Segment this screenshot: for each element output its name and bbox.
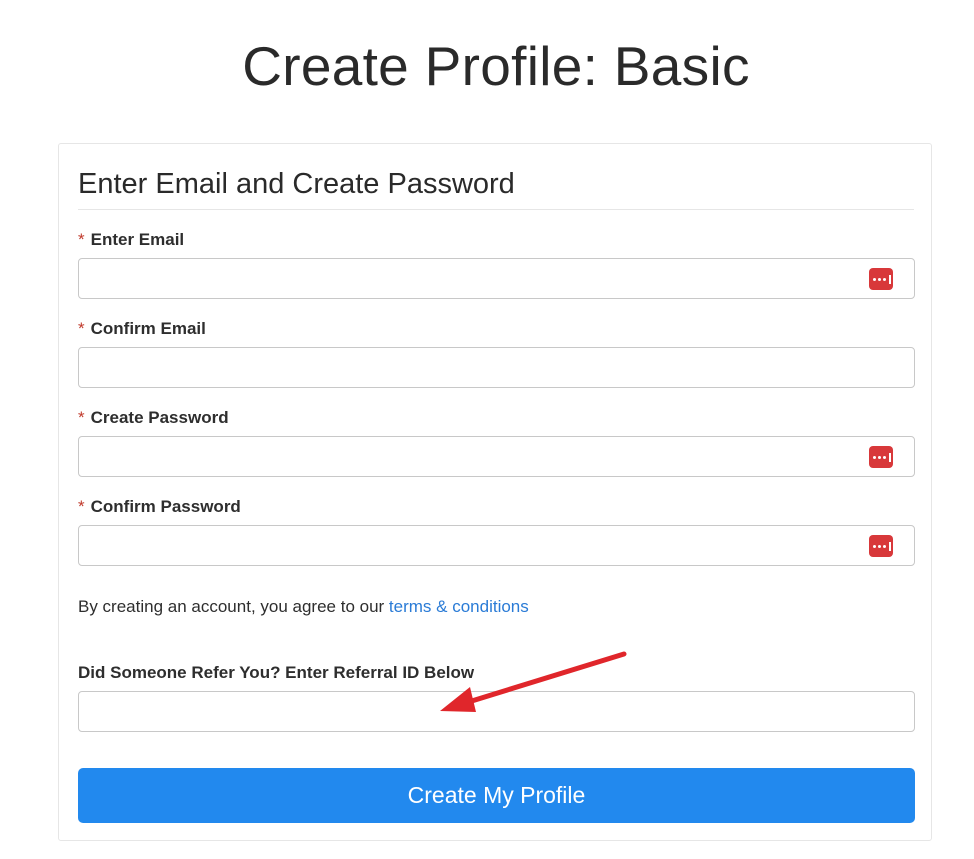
form-heading: Enter Email and Create Password <box>78 168 515 200</box>
confirm-password-label: * Confirm Password <box>78 496 241 518</box>
create-profile-page: Create Profile: Basic Enter Email and Cr… <box>0 0 974 859</box>
terms-notice: By creating an account, you agree to our… <box>78 596 529 618</box>
page-title: Create Profile: Basic <box>242 35 750 97</box>
terms-prefix: By creating an account, you agree to our <box>78 597 389 616</box>
confirm-email-label-text: Confirm Email <box>90 319 206 338</box>
email-label: * Enter Email <box>78 229 184 251</box>
referral-label: Did Someone Refer You? Enter Referral ID… <box>78 663 475 682</box>
confirm-password-field[interactable] <box>78 525 915 566</box>
required-marker: * <box>78 497 85 516</box>
profile-form-card: Enter Email and Create Password * Enter E… <box>58 143 932 841</box>
create-profile-button[interactable]: Create My Profile <box>78 768 915 823</box>
referral-id-field[interactable] <box>78 691 915 732</box>
heading-divider <box>78 209 914 210</box>
password-manager-icon[interactable] <box>869 446 893 468</box>
required-marker: * <box>78 408 85 427</box>
confirm-password-label-text: Confirm Password <box>90 497 241 516</box>
terms-link[interactable]: terms & conditions <box>389 597 529 616</box>
password-field[interactable] <box>78 436 915 477</box>
password-manager-icon[interactable] <box>869 268 893 290</box>
required-marker: * <box>78 230 85 249</box>
password-label: * Create Password <box>78 407 229 429</box>
confirm-email-field[interactable] <box>78 347 915 388</box>
confirm-email-label: * Confirm Email <box>78 318 206 340</box>
required-marker: * <box>78 319 85 338</box>
email-field[interactable] <box>78 258 915 299</box>
password-label-text: Create Password <box>90 408 229 427</box>
password-manager-icon[interactable] <box>869 535 893 557</box>
email-label-text: Enter Email <box>90 230 185 249</box>
